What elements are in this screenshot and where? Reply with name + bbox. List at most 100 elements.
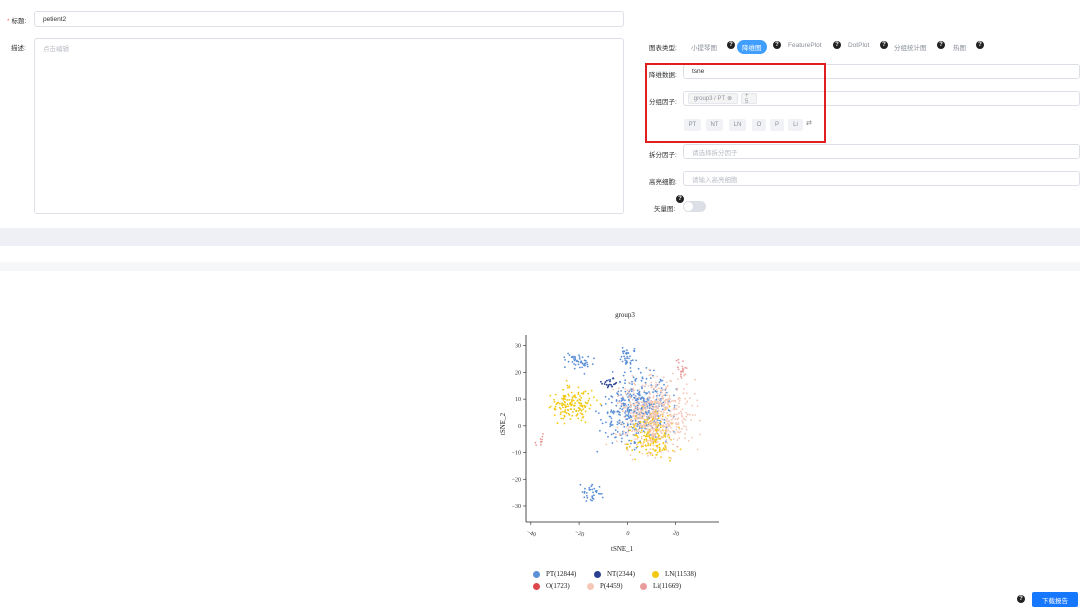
scatter-point	[628, 381, 631, 384]
chart-type-dimred[interactable]: 降维图	[737, 40, 767, 54]
scatter-point	[629, 388, 632, 391]
scatter-point	[673, 450, 676, 453]
scatter-point	[562, 406, 564, 409]
scatter-point	[637, 422, 639, 424]
scatter-point	[664, 441, 667, 444]
legend-swatch	[533, 570, 540, 578]
scatter-point	[672, 449, 674, 452]
scatter-point	[629, 454, 632, 456]
scatter-point	[577, 363, 580, 366]
help-icon[interactable]: ?	[1017, 595, 1025, 603]
scatter-point	[669, 401, 671, 404]
highlight-box	[645, 63, 826, 143]
scatter-point	[670, 418, 673, 421]
scatter-point	[674, 418, 677, 420]
scatter-point	[637, 432, 640, 434]
scatter-point	[643, 411, 646, 414]
scatter-point	[683, 425, 685, 427]
scatter-point	[612, 432, 615, 435]
scatter-point	[611, 442, 614, 444]
highlight-input[interactable]: 请输入高亮细胞	[683, 171, 1080, 186]
scatter-point	[636, 405, 638, 408]
scatter-point	[634, 412, 637, 414]
scatter-point	[627, 428, 630, 430]
scatter-point	[677, 398, 680, 400]
download-report-button[interactable]: 下载报告	[1032, 592, 1078, 607]
scatter-point	[659, 448, 661, 451]
scatter-point	[656, 375, 659, 378]
scatter-point	[563, 415, 566, 418]
title-input[interactable]: petient2	[34, 11, 624, 27]
scatter-point	[646, 417, 648, 419]
scatter-point	[584, 406, 587, 409]
scatter-point	[624, 403, 627, 405]
scatter-point	[556, 402, 559, 404]
scatter-point	[639, 371, 642, 374]
scatter-point	[584, 390, 587, 393]
scatter-point	[669, 459, 671, 462]
scatter-point	[629, 429, 631, 432]
scatter-point	[614, 382, 617, 385]
y-tick-label: 0	[518, 424, 521, 430]
scatter-point	[563, 404, 566, 406]
scatter-point	[681, 419, 684, 422]
scatter-point	[540, 443, 542, 446]
scatter-point	[672, 372, 674, 375]
scatter-point	[638, 403, 641, 406]
help-icon[interactable]: ?	[727, 41, 735, 49]
scatter-point	[632, 376, 635, 379]
vector-toggle[interactable]	[683, 201, 706, 212]
scatter-point	[651, 420, 653, 423]
scatter-point	[658, 402, 661, 405]
help-icon[interactable]: ?	[676, 195, 684, 203]
scatter-point	[604, 432, 607, 434]
scatter-point	[652, 391, 654, 394]
chart-type-groupstat[interactable]: 分组统计图	[894, 42, 927, 52]
help-icon[interactable]: ?	[937, 41, 945, 49]
scatter-point	[614, 436, 616, 439]
scatter-point	[656, 441, 658, 443]
chart-type-featureplot[interactable]: FeaturePlot	[788, 42, 822, 49]
desc-textarea[interactable]: 点击编辑	[34, 38, 624, 214]
scatter-point	[655, 454, 658, 456]
scatter-point	[629, 363, 632, 365]
help-icon[interactable]: ?	[976, 41, 984, 49]
scatter-point	[641, 453, 644, 455]
scatter-point	[650, 373, 652, 376]
divider-band	[0, 228, 1080, 246]
chart-type-violin[interactable]: 小提琴图	[691, 42, 717, 52]
scatter-point	[586, 365, 589, 368]
legend-item: LN(11538)	[652, 570, 696, 578]
scatter-point	[649, 431, 652, 433]
help-icon[interactable]: ?	[773, 41, 781, 49]
scatter-point	[655, 420, 658, 423]
scatter-point	[619, 358, 622, 361]
scatter-point	[636, 389, 639, 392]
scatter-point	[625, 405, 628, 408]
scatter-point	[631, 423, 634, 426]
scatter-point	[666, 420, 669, 423]
scatter-point	[666, 418, 668, 421]
scatter-point	[553, 398, 555, 401]
scatter-point	[643, 434, 645, 437]
scatter-point	[620, 355, 623, 358]
scatter-point	[616, 421, 619, 423]
chart-type-dotplot[interactable]: DotPlot	[848, 42, 869, 49]
scatter-point	[629, 370, 632, 373]
scatter-point	[672, 417, 674, 419]
scatter-point	[634, 458, 636, 461]
scatter-point	[660, 387, 663, 390]
scatter-point	[647, 399, 650, 401]
help-icon[interactable]: ?	[833, 41, 841, 49]
split-select[interactable]: 请选择拆分因子	[683, 144, 1080, 159]
scatter-point	[642, 401, 644, 404]
scatter-point	[634, 429, 637, 432]
help-icon[interactable]: ?	[880, 41, 888, 49]
scatter-point	[636, 425, 639, 427]
scatter-point	[610, 384, 612, 386]
scatter-point	[578, 356, 581, 358]
chart-type-heatmap[interactable]: 热图	[953, 42, 966, 52]
chart-type-label: 图表类型:	[649, 45, 677, 52]
scatter-point	[591, 499, 593, 502]
scatter-point	[685, 428, 688, 431]
